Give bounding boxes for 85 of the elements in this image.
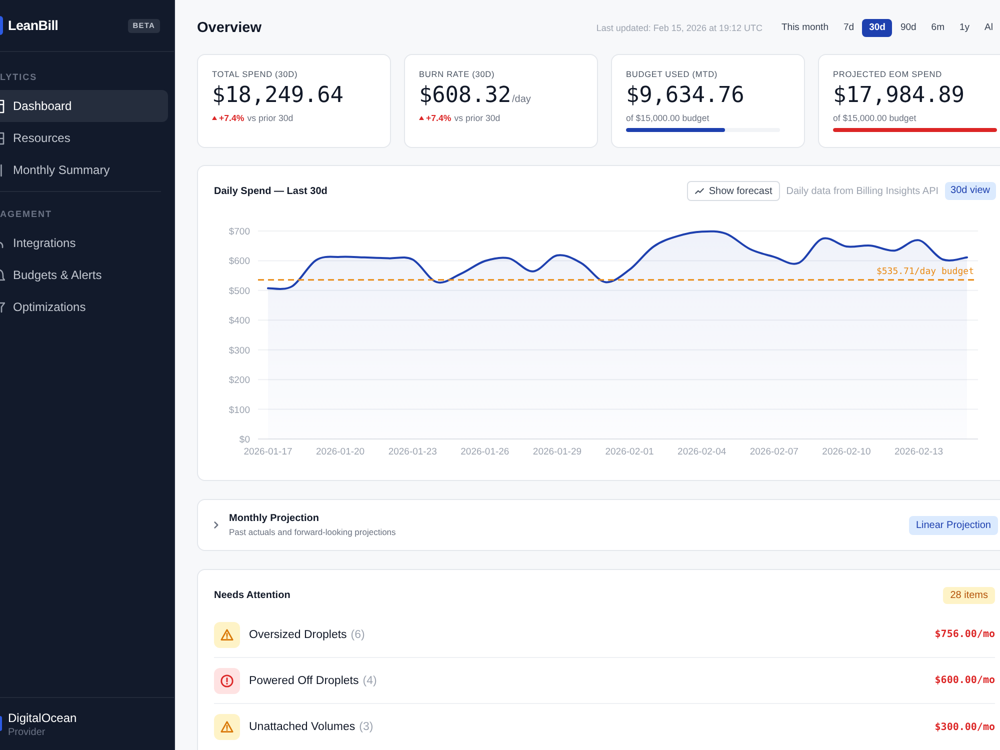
range-tab[interactable]: 7d <box>836 19 862 37</box>
range-tab[interactable]: 6m <box>924 19 952 37</box>
filter-icon <box>0 300 5 314</box>
issue-amount: $300.00/mo <box>934 722 995 732</box>
stat-value: $608.32 <box>419 83 512 109</box>
stat-label: BUDGET USED (MTD) <box>626 69 719 80</box>
nav-item[interactable]: Dashboard <box>0 90 168 122</box>
range-tab[interactable]: This month <box>774 19 836 37</box>
x-axis-label: 2026-02-07 <box>750 446 798 458</box>
x-axis-label: 2026-01-17 <box>244 446 292 458</box>
issue-label: Powered Off Droplets <box>249 674 359 686</box>
up-triangle-icon <box>419 116 424 120</box>
method-badge: Linear Projection <box>908 516 998 534</box>
x-axis-label: 2026-01-26 <box>460 446 510 458</box>
page-title: Overview <box>197 20 262 36</box>
projection-title: Monthly Projection <box>229 512 320 525</box>
stat-unit: /day <box>512 93 531 107</box>
chart-title: Daily Spend — Last 30d <box>214 186 328 196</box>
y-axis-label: $100 <box>228 404 250 416</box>
x-axis-label: 2026-02-01 <box>605 446 654 458</box>
y-axis-label: $200 <box>228 375 250 386</box>
x-axis-label: 2026-02-04 <box>678 446 726 458</box>
brand-name: LeanBill <box>8 18 58 33</box>
y-axis-label: $500 <box>228 286 250 297</box>
server-icon <box>0 130 5 146</box>
y-axis-label: $0 <box>239 434 250 446</box>
x-axis-label: 2026-01-23 <box>388 446 437 458</box>
y-axis-label: $400 <box>228 316 250 327</box>
delta-caption: vs prior 30d <box>247 112 294 124</box>
nav-item[interactable]: Resources <box>0 122 168 154</box>
section-heading: AGEMENT <box>0 208 52 220</box>
issue-amount: $600.00/mo <box>934 675 995 686</box>
layout-icon <box>0 98 5 114</box>
issue-label: Unattached Volumes <box>249 721 356 733</box>
error-icon <box>214 668 240 694</box>
warning-icon <box>214 622 240 648</box>
nav-item[interactable]: Budgets & Alerts <box>0 259 168 291</box>
source-text: Daily data from Billing Insights API <box>786 186 939 196</box>
stat-value: $17,984.89 <box>833 83 964 109</box>
x-axis-label: 2026-02-10 <box>822 446 871 458</box>
delta-caption: vs prior 30d <box>454 112 500 124</box>
delta-value: +7.4% <box>426 112 452 124</box>
nav-item[interactable]: Optimizations <box>0 291 168 323</box>
logo-icon <box>0 16 3 35</box>
bell-icon <box>0 268 5 282</box>
budget-caption: of $15,000.00 budget <box>626 112 710 124</box>
provider-name: DigitalOcean <box>8 711 77 726</box>
up-triangle-icon <box>212 116 217 120</box>
warning-icon <box>214 714 240 740</box>
show-forecast-button[interactable]: Show forecast <box>686 181 780 201</box>
y-axis-label: $300 <box>228 345 250 356</box>
budget-label: $535.71/day budget <box>876 266 974 277</box>
nav-item[interactable]: Integrations <box>0 227 168 259</box>
x-axis-label: 2026-01-20 <box>316 446 365 458</box>
issue-count: (6) <box>350 628 365 640</box>
range-tab[interactable]: 90d <box>893 19 924 37</box>
issue-count: (3) <box>359 721 374 733</box>
stat-value: $18,249.64 <box>212 83 344 109</box>
x-axis-label: 2026-02-13 <box>894 446 944 458</box>
view-badge: 30d view <box>944 182 996 200</box>
projection-subtitle: Past actuals and forward-looking projections <box>229 527 396 538</box>
range-tab[interactable]: 1y <box>952 19 977 37</box>
attention-title: Needs Attention <box>214 590 290 600</box>
range-tab[interactable]: Al <box>978 19 1000 37</box>
bar-icon <box>0 162 5 178</box>
count-badge: 28 items <box>943 586 995 604</box>
trend-line-icon <box>694 188 704 194</box>
y-axis-label: $600 <box>228 256 250 268</box>
issue-label: Oversized Droplets <box>249 628 347 640</box>
nav-item[interactable]: Monthly Summary <box>0 154 168 186</box>
chevron-right-icon[interactable] <box>212 521 220 529</box>
y-axis-label: $700 <box>228 226 250 238</box>
range-tab[interactable]: 30d <box>862 19 892 37</box>
delta-value: +7.4% <box>219 112 244 124</box>
stat-label: BURN RATE (30D) <box>419 69 496 80</box>
x-axis-label: 2026-01-29 <box>532 446 582 458</box>
budget-caption: of $15,000.00 budget <box>833 112 916 124</box>
provider-caption: Provider <box>8 726 46 739</box>
last-updated-text: Last updated: Feb 15, 2026 at 19:12 UTC <box>596 23 762 33</box>
stat-value: $9,634.76 <box>626 83 744 109</box>
stat-label: PROJECTED EOM SPEND <box>833 69 943 80</box>
section-heading: LYTICS <box>0 71 38 83</box>
issue-amount: $756.00/mo <box>934 629 995 640</box>
stat-label: TOTAL SPEND (30D) <box>212 69 299 80</box>
issue-count: (4) <box>362 674 377 686</box>
